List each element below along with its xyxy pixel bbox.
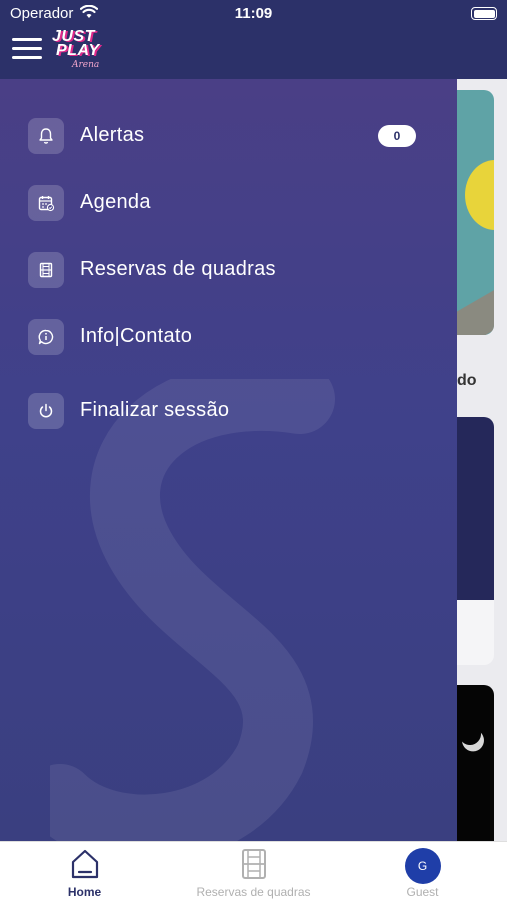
tab-label-home: Home bbox=[67, 885, 102, 899]
background-content: do bbox=[457, 79, 507, 841]
info-chat-icon bbox=[28, 319, 64, 355]
hamburger-icon[interactable] bbox=[12, 38, 42, 60]
menu-item-alertas[interactable]: Alertas 0 bbox=[0, 106, 457, 166]
avatar-wrapper: G bbox=[338, 848, 507, 884]
power-icon bbox=[28, 393, 64, 429]
tab-home[interactable]: Home bbox=[0, 842, 169, 900]
menu-item-agenda[interactable]: Agenda bbox=[0, 173, 457, 233]
menu-label-info-contato: Info|Contato bbox=[80, 325, 193, 347]
clock: 11:09 bbox=[234, 5, 273, 22]
menu-item-reservas[interactable]: Reservas de quadras bbox=[0, 240, 457, 300]
background-section-title: do bbox=[457, 372, 477, 389]
bottom-tab-bar: Home Reservas de quadras G Guest bbox=[0, 841, 507, 900]
background-card[interactable] bbox=[457, 417, 494, 665]
menu-item-info-contato[interactable]: Info|Contato bbox=[0, 307, 457, 367]
alerts-count-badge: 0 bbox=[378, 125, 416, 147]
tab-label-reservas: Reservas de quadras bbox=[196, 885, 311, 899]
tab-label-guest: Guest bbox=[406, 885, 439, 899]
tab-guest[interactable]: G Guest bbox=[338, 842, 507, 900]
menu-item-finalizar-sessao[interactable]: Finalizar sessão bbox=[0, 381, 457, 441]
side-drawer: Alertas 0 Agenda Reservas de quadras Inf… bbox=[0, 79, 457, 841]
app-header: JUST PLAY Arena bbox=[0, 28, 507, 79]
battery-icon bbox=[471, 7, 497, 20]
bell-icon bbox=[28, 118, 64, 154]
menu-label-agenda: Agenda bbox=[80, 191, 151, 213]
background-card[interactable] bbox=[457, 90, 494, 335]
tab-reservas[interactable]: Reservas de quadras bbox=[169, 842, 338, 900]
calendar-icon bbox=[28, 185, 64, 221]
home-icon bbox=[0, 848, 169, 882]
background-card[interactable] bbox=[457, 685, 494, 841]
moon-icon bbox=[457, 720, 484, 748]
court-icon bbox=[28, 252, 64, 288]
logo-line2: PLAY bbox=[56, 42, 100, 59]
decorative-shape bbox=[50, 379, 335, 841]
menu-label-reservas: Reservas de quadras bbox=[80, 258, 276, 280]
status-bar: Operador 11:09 bbox=[0, 0, 507, 28]
menu-label-alertas: Alertas bbox=[80, 124, 145, 146]
app-logo: JUST PLAY Arena bbox=[50, 28, 120, 78]
avatar: G bbox=[404, 848, 441, 884]
court-icon bbox=[169, 848, 338, 882]
logo-line3: Arena bbox=[72, 60, 100, 70]
menu-label-finalizar-sessao: Finalizar sessão bbox=[80, 399, 230, 421]
